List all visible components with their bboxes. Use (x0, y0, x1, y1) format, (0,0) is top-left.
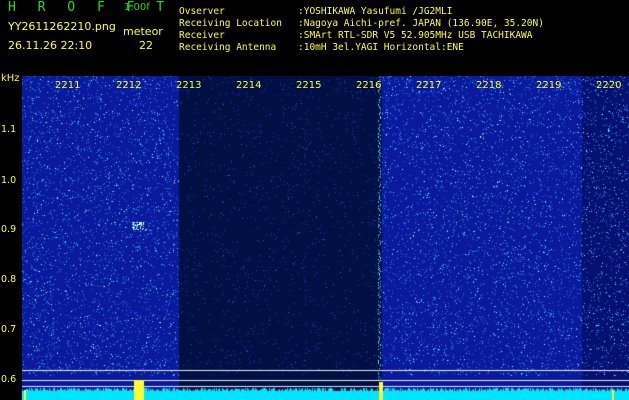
spectrogram (22, 76, 629, 400)
x-tick-label: 2212 (116, 80, 142, 91)
info-label-location: Receiving Location (179, 18, 282, 29)
version-label: 1.00f (124, 2, 150, 13)
y-tick-label: 1.0 (1, 175, 17, 186)
x-tick-label: 2213 (176, 80, 202, 91)
meteor-count: 22 (139, 39, 153, 52)
x-tick-label: 2214 (236, 80, 262, 91)
info-value-antenna: :10mH 3el.YAGI Horizontal:ENE (298, 42, 464, 53)
x-tick-label: 2218 (476, 80, 502, 91)
info-label-receiver: Receiver (179, 30, 225, 41)
info-value-observer: :YOSHIKAWA Yasufumi /JG2MLI (298, 6, 453, 17)
info-label-observer: Ovserver (179, 6, 225, 17)
y-tick-label: 1.1 (1, 124, 17, 135)
x-tick-label: 2217 (416, 80, 442, 91)
y-tick-label: 0.7 (1, 324, 17, 335)
y-tick-label: 0.8 (1, 274, 17, 285)
file-name: YY2611262210.png (8, 20, 116, 33)
x-tick-label: 2215 (296, 80, 322, 91)
y-axis-unit: kHz (1, 73, 20, 84)
meteor-label: meteor (123, 25, 163, 38)
info-value-receiver: :SMArt RTL-SDR V5 52.905MHz USB TACHIKAW… (298, 30, 533, 41)
x-tick-label: 2220 (596, 80, 622, 91)
y-tick-label: 0.6 (1, 374, 17, 385)
header: H R O F F T 1.00f YY2611262210.png meteo… (0, 0, 629, 76)
y-tick-label: 0.9 (1, 224, 17, 235)
info-label-antenna: Receiving Antenna (179, 42, 277, 53)
x-tick-label: 2211 (55, 80, 81, 91)
x-tick-label: 2219 (536, 80, 562, 91)
x-tick-label: 2216 (356, 80, 382, 91)
date-time: 26.11.26 22:10 (8, 39, 93, 52)
info-value-location: :Nagoya Aichi-pref. JAPAN (136.90E, 35.2… (298, 18, 544, 29)
